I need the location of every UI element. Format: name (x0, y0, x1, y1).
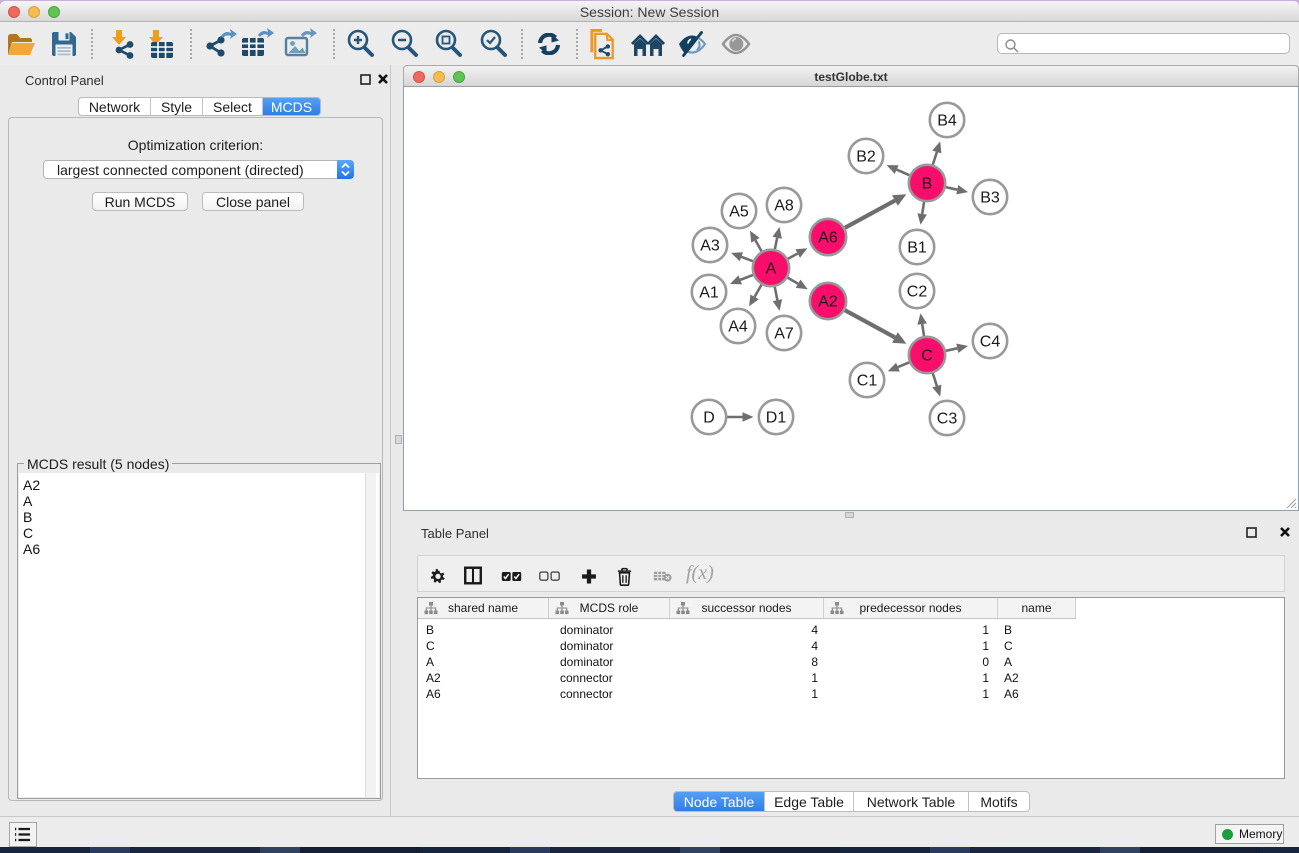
svg-text:C4: C4 (980, 334, 1001, 351)
svg-text:A4: A4 (728, 319, 748, 336)
svg-text:D: D (703, 410, 715, 427)
svg-text:A1: A1 (699, 285, 719, 302)
svg-text:A: A (766, 261, 777, 278)
svg-text:A3: A3 (700, 238, 720, 255)
svg-text:D1: D1 (766, 410, 787, 427)
svg-text:B1: B1 (907, 240, 927, 257)
svg-text:A7: A7 (774, 326, 794, 343)
svg-text:C2: C2 (907, 284, 928, 301)
svg-text:C: C (921, 348, 933, 365)
svg-text:A5: A5 (729, 204, 749, 221)
svg-text:B: B (922, 176, 933, 193)
svg-text:A8: A8 (774, 198, 794, 215)
svg-text:B4: B4 (937, 113, 957, 130)
svg-text:A6: A6 (818, 230, 838, 247)
svg-text:C3: C3 (937, 411, 958, 428)
svg-text:A2: A2 (818, 294, 838, 311)
svg-text:C1: C1 (857, 373, 878, 390)
svg-text:B2: B2 (856, 149, 876, 166)
svg-text:B3: B3 (980, 190, 1000, 207)
